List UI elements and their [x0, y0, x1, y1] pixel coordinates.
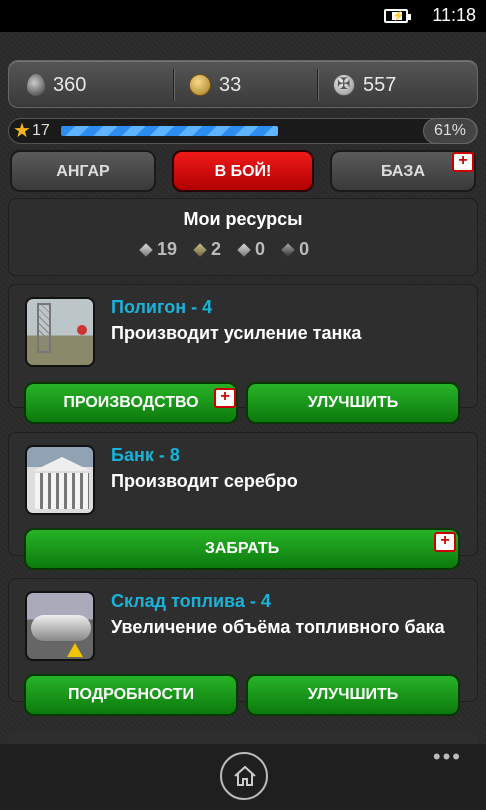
poligon-thumbnail[interactable]: [25, 297, 95, 367]
fuel-depot-thumbnail[interactable]: [25, 591, 95, 661]
player-level-value: 17: [31, 122, 50, 139]
resource-count: 0: [255, 239, 266, 259]
resource-item: 0: [236, 239, 266, 260]
base-button-label: БАЗА: [380, 163, 426, 180]
gold-coin-icon: [189, 74, 211, 96]
upgrade-button[interactable]: УЛУЧШИТЬ: [246, 382, 460, 424]
plus-badge-icon: +: [452, 152, 474, 172]
xp-progress-bar: ★ 17 61%: [8, 118, 478, 144]
produce-button[interactable]: ПРОИЗВОДСТВО: [24, 382, 238, 424]
resources-title: Мои ресурсы: [183, 209, 303, 229]
building-name: Банк - 8: [111, 445, 180, 465]
resource-count: 2: [211, 239, 222, 259]
resource-cube-khaki-icon: [192, 241, 208, 258]
resource-cube-dark-icon: [280, 241, 296, 258]
resource-count: 19: [157, 239, 178, 259]
building-card-partial: [8, 732, 478, 744]
building-description: Увеличение объёма топливного бака: [111, 617, 445, 637]
building-name: Склад топлива - 4: [111, 591, 271, 611]
resource-item: 2: [192, 239, 222, 260]
fuel-drop-icon: [27, 74, 45, 96]
divider: [317, 69, 318, 101]
home-button[interactable]: [220, 752, 268, 800]
building-description: Производит серебро: [111, 471, 298, 491]
fuel-value: 360: [53, 73, 87, 96]
silver-value: 557: [363, 73, 397, 96]
fuel-counter[interactable]: 360: [27, 61, 86, 109]
details-button[interactable]: ПОДРОБНОСТИ: [24, 674, 238, 716]
gold-value: 33: [219, 73, 242, 96]
currency-bar: 360 33 557: [8, 60, 478, 108]
resource-cube-white-icon: [236, 241, 252, 258]
resources-panel: Мои ресурсы 19 2 0 0: [8, 198, 478, 276]
player-level: ★ 17: [13, 120, 50, 142]
divider: [173, 69, 174, 101]
more-options-icon[interactable]: •••: [433, 744, 462, 770]
collect-button[interactable]: ЗАБРАТЬ: [24, 528, 460, 570]
plus-badge-icon: +: [214, 388, 236, 408]
app-screen: 360 33 557 ★ 17 61% АНГАР В БОЙ! БАЗА + …: [0, 32, 486, 810]
upgrade-button[interactable]: УЛУЧШИТЬ: [246, 674, 460, 716]
app-bar: •••: [0, 744, 486, 810]
building-description: Производит усиление танка: [111, 323, 362, 343]
silver-coin-icon: [333, 74, 355, 96]
building-name: Полигон - 4: [111, 297, 213, 317]
resource-item: 0: [280, 239, 310, 260]
plus-badge-icon: +: [434, 532, 456, 552]
hangar-button[interactable]: АНГАР: [10, 150, 156, 192]
resource-count: 0: [299, 239, 310, 259]
bank-thumbnail[interactable]: [25, 445, 95, 515]
battery-charging-icon: ⚡: [384, 9, 411, 23]
resource-cube-gray-icon: [138, 241, 154, 258]
xp-percent: 61%: [423, 118, 477, 144]
silver-counter[interactable]: 557: [333, 61, 396, 109]
gold-counter[interactable]: 33: [189, 61, 241, 109]
home-icon: [234, 765, 256, 786]
status-clock: 11:18: [432, 5, 476, 25]
battle-button[interactable]: В БОЙ!: [172, 150, 314, 192]
star-icon: ★: [13, 120, 31, 142]
resource-item: 19: [138, 239, 178, 260]
status-bar: ⚡ 11:18: [0, 0, 486, 32]
xp-progress-fill: [61, 126, 278, 136]
